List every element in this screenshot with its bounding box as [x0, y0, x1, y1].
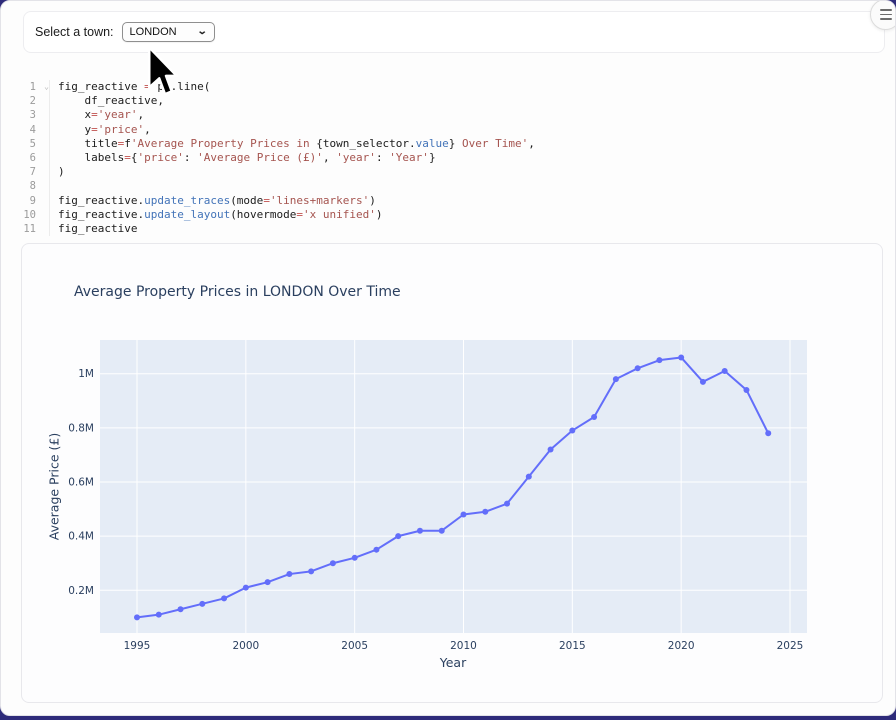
data-point [330, 560, 336, 566]
data-point [482, 509, 488, 515]
line-number: 5 [14, 137, 40, 151]
data-point [678, 354, 684, 360]
line-number: 2 [14, 94, 40, 108]
code-line: 9 fig_reactive.update_traces(mode='lines+… [14, 194, 874, 208]
x-tick-label: 2010 [450, 640, 477, 652]
line-number: 10 [14, 208, 40, 222]
x-tick-label: 2025 [777, 640, 804, 652]
y-tick-label: 0.6M [68, 477, 94, 489]
data-point [700, 379, 706, 385]
code-line: 7) [14, 165, 874, 179]
code-line: 11 fig_reactive [14, 222, 874, 236]
line-number: 6 [14, 151, 40, 165]
data-point [373, 547, 379, 553]
x-tick-label: 2000 [232, 640, 259, 652]
data-point [548, 447, 554, 453]
notebook-menu-button[interactable] [870, 0, 896, 30]
y-tick-label: 0.4M [68, 531, 94, 543]
data-point [221, 595, 227, 601]
mouse-cursor-icon [148, 46, 178, 100]
data-point [156, 612, 162, 618]
data-point [591, 414, 597, 420]
x-axis-title: Year [353, 655, 553, 670]
price-line-chart[interactable]: 1995 2000 2005 2010 2015 2020 2025 0.2M 0.4M 0.6M… [22, 244, 882, 702]
code-text: x='year', [50, 108, 144, 122]
data-point [178, 606, 184, 612]
code-line: 5 title=f'Average Property Prices in {to… [14, 137, 874, 151]
data-point [308, 568, 314, 574]
data-point [613, 376, 619, 382]
data-point [461, 511, 467, 517]
code-text: labels={'price': 'Average Price (£)', 'y… [50, 151, 436, 165]
data-point [569, 428, 575, 434]
data-point [504, 501, 510, 507]
code-line: 8 [14, 179, 874, 193]
code-text: fig_reactive = px.line( [50, 80, 210, 94]
line-number: 9 [14, 194, 40, 208]
code-text: title=f'Average Property Prices in {town… [50, 137, 535, 151]
town-selector-label: Select a town: [35, 25, 114, 39]
data-point [656, 357, 662, 363]
data-point [439, 528, 445, 534]
town-select[interactable]: LONDON ⌄ [122, 22, 215, 42]
code-text: y='price', [50, 123, 151, 137]
code-text: ) [50, 165, 65, 179]
y-axis-title: Average Price (£) [47, 412, 62, 562]
x-tick-label: 1995 [124, 640, 151, 652]
y-tick-label: 0.8M [68, 422, 94, 434]
x-tick-label: 2020 [668, 640, 695, 652]
fold-caret-icon[interactable]: ⌄ [44, 80, 49, 94]
chevron-down-icon: ⌄ [197, 27, 208, 37]
x-tick-label: 2015 [559, 640, 586, 652]
code-line: 6 labels={'price': 'Average Price (£)', … [14, 151, 874, 165]
data-point [265, 579, 271, 585]
data-point [417, 528, 423, 534]
line-number: 11 [14, 222, 40, 236]
data-point [526, 474, 532, 480]
line-number: 4 [14, 123, 40, 137]
code-text: fig_reactive.update_traces(mode='lines+m… [50, 194, 376, 208]
code-line: 2 df_reactive, [14, 94, 874, 108]
code-editor[interactable]: 1⌄fig_reactive = px.line(2 df_reactive,3… [14, 80, 874, 236]
data-point [199, 601, 205, 607]
data-point [352, 555, 358, 561]
data-point [286, 571, 292, 577]
code-text: fig_reactive.update_layout(hovermode='x … [50, 208, 383, 222]
y-tick-label: 0.2M [68, 585, 94, 597]
code-text: fig_reactive [50, 222, 137, 236]
data-point [722, 368, 728, 374]
code-line: 10 fig_reactive.update_layout(hovermode='… [14, 208, 874, 222]
code-text: df_reactive, [50, 94, 164, 108]
data-point [635, 365, 641, 371]
line-number: 8 [14, 179, 40, 193]
data-point [743, 387, 749, 393]
notebook-panel: Select a town: LONDON ⌄ 1⌄ fig_reactive =… [0, 0, 896, 716]
code-line: 3 x='year', [14, 108, 874, 122]
data-point [765, 430, 771, 436]
chart-output-cell: Average Property Prices in LONDON Over T… [21, 243, 883, 703]
hamburger-icon [880, 9, 892, 11]
code-line: 4 y='price', [14, 123, 874, 137]
code-line: 1⌄ fig_reactive = px.line( [14, 80, 874, 94]
y-tick-label: 1M [78, 368, 94, 380]
data-point [395, 533, 401, 539]
line-number: 7 [14, 165, 40, 179]
data-point [243, 585, 249, 591]
data-point [134, 614, 140, 620]
town-select-value: LONDON [130, 26, 177, 38]
line-number: 1⌄ [14, 80, 40, 94]
x-tick-label: 2005 [341, 640, 368, 652]
line-number: 3 [14, 108, 40, 122]
